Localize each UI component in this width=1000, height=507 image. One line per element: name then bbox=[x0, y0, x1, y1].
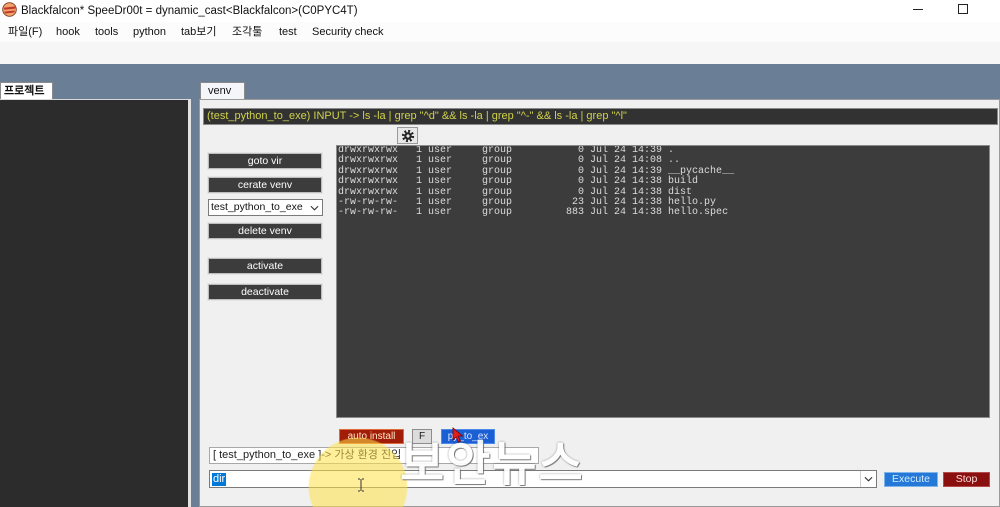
f-button[interactable]: F bbox=[412, 429, 432, 444]
tab-venv[interactable]: venv bbox=[200, 82, 245, 100]
execute-button[interactable]: Execute bbox=[884, 472, 938, 487]
menu-file[interactable]: 파일(F) bbox=[8, 25, 42, 39]
maximize-icon bbox=[958, 4, 968, 14]
terminal-output[interactable]: drwxrwxrwx 1 user group 0 Jul 24 14:39 .… bbox=[336, 145, 990, 418]
mouse-pointer-icon bbox=[452, 427, 464, 443]
venv-select-value: test_python_to_exe bbox=[211, 201, 303, 213]
menu-hook[interactable]: hook bbox=[56, 25, 80, 39]
falcon-app-icon bbox=[2, 2, 17, 17]
menu-tab-view[interactable]: tab보기 bbox=[181, 25, 217, 39]
text-cursor-icon bbox=[358, 478, 364, 492]
delete-venv-button[interactable]: delete venv bbox=[208, 223, 322, 239]
tab-project[interactable]: 프로젝트 bbox=[0, 82, 53, 100]
command-history-dropdown[interactable] bbox=[860, 471, 876, 487]
menu-test[interactable]: test bbox=[279, 25, 297, 39]
window-title: Blackfalcon* SpeeDr00t = dynamic_cast<Bl… bbox=[21, 5, 358, 17]
auto-install-button[interactable]: auto install bbox=[339, 429, 404, 444]
gear-icon bbox=[401, 129, 415, 143]
stop-button[interactable]: Stop bbox=[943, 472, 990, 487]
py-to-exe-button[interactable]: py_to_ex bbox=[441, 429, 495, 444]
menu-snippet-tool[interactable]: 조각툴 bbox=[232, 25, 262, 39]
activate-button[interactable]: activate bbox=[208, 258, 322, 274]
deactivate-button[interactable]: deactivate bbox=[208, 284, 322, 300]
minimize-button[interactable] bbox=[904, 0, 932, 22]
toolstrip-area bbox=[0, 42, 1000, 64]
menu-tools[interactable]: tools bbox=[95, 25, 118, 39]
menu-bar: 파일(F) hook tools python tab보기 조각툴 test S… bbox=[0, 22, 1000, 42]
title-bar: Blackfalcon* SpeeDr00t = dynamic_cast<Bl… bbox=[0, 0, 1000, 22]
venv-panel: (test_python_to_exe) INPUT -> ls -la | g… bbox=[199, 99, 1000, 507]
status-line: [ test_python_to_exe ]-> 가상 환경 진입 bbox=[209, 447, 539, 464]
project-tree-panel[interactable] bbox=[0, 99, 191, 507]
venv-select[interactable]: test_python_to_exe bbox=[208, 199, 323, 216]
menu-python[interactable]: python bbox=[133, 25, 166, 39]
create-venv-button[interactable]: cerate venv bbox=[208, 177, 322, 193]
chevron-down-icon bbox=[310, 205, 319, 211]
menu-security-check[interactable]: Security check bbox=[312, 25, 384, 39]
command-echo-line: (test_python_to_exe) INPUT -> ls -la | g… bbox=[203, 108, 998, 125]
terminal-line: -rw-rw-rw- 1 user group 883 Jul 24 14:38… bbox=[338, 207, 729, 219]
command-input[interactable]: dir bbox=[209, 470, 877, 488]
settings-button[interactable] bbox=[397, 127, 418, 144]
maximize-button[interactable] bbox=[949, 0, 977, 22]
chevron-down-icon bbox=[864, 476, 873, 482]
minimize-icon bbox=[913, 9, 923, 10]
goto-vir-button[interactable]: goto vir bbox=[208, 153, 322, 169]
command-input-value: dir bbox=[212, 473, 227, 486]
